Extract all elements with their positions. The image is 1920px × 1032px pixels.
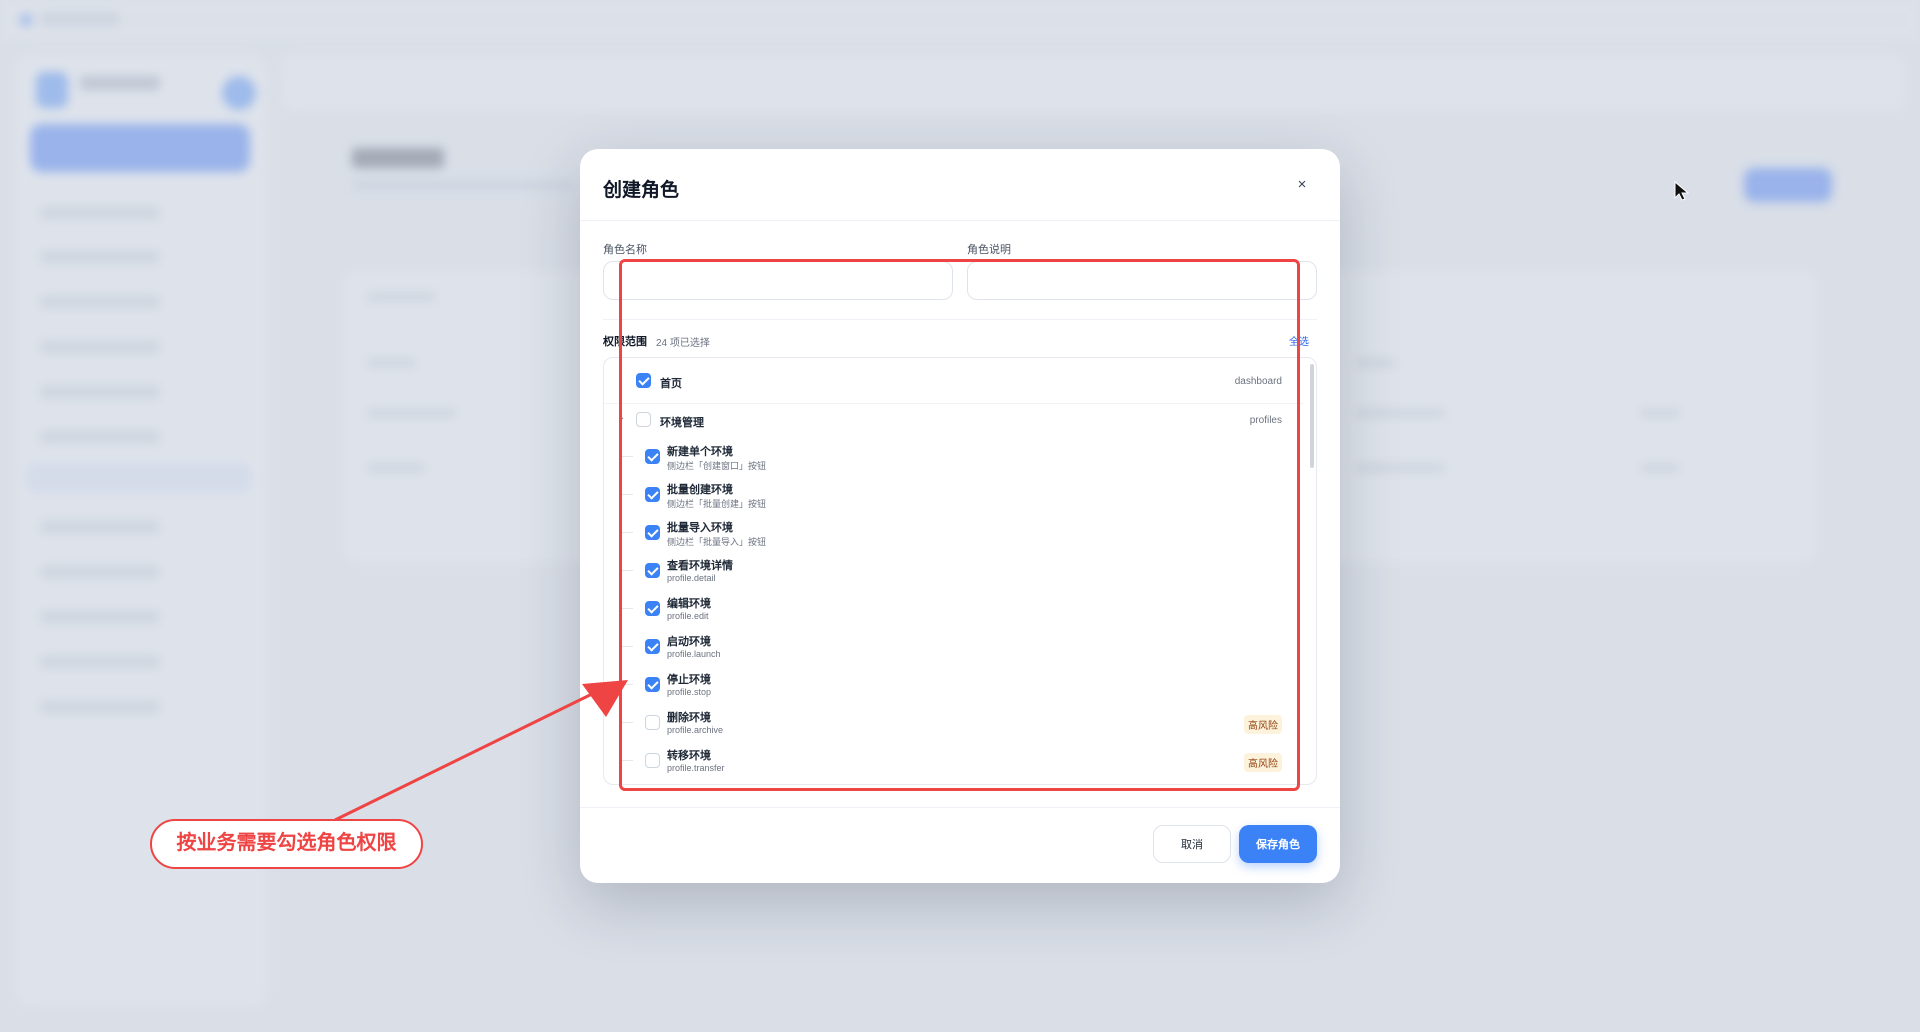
role-desc-label: 角色说明 — [967, 244, 1011, 256]
mouse-cursor-icon — [1674, 180, 1690, 201]
annotation-highlight-box — [619, 259, 1300, 791]
scrollbar-thumb[interactable] — [1310, 364, 1314, 468]
dialog-title: 创建角色 — [603, 180, 680, 201]
cancel-button[interactable]: 取消 — [1153, 825, 1231, 863]
dialog-header: 创建角色 × — [580, 149, 1340, 221]
role-name-label: 角色名称 — [603, 244, 647, 256]
save-role-button[interactable]: 保存角色 — [1239, 825, 1317, 863]
close-icon[interactable]: × — [1291, 174, 1313, 196]
annotation-callout: 按业务需要勾选角色权限 — [150, 819, 423, 869]
